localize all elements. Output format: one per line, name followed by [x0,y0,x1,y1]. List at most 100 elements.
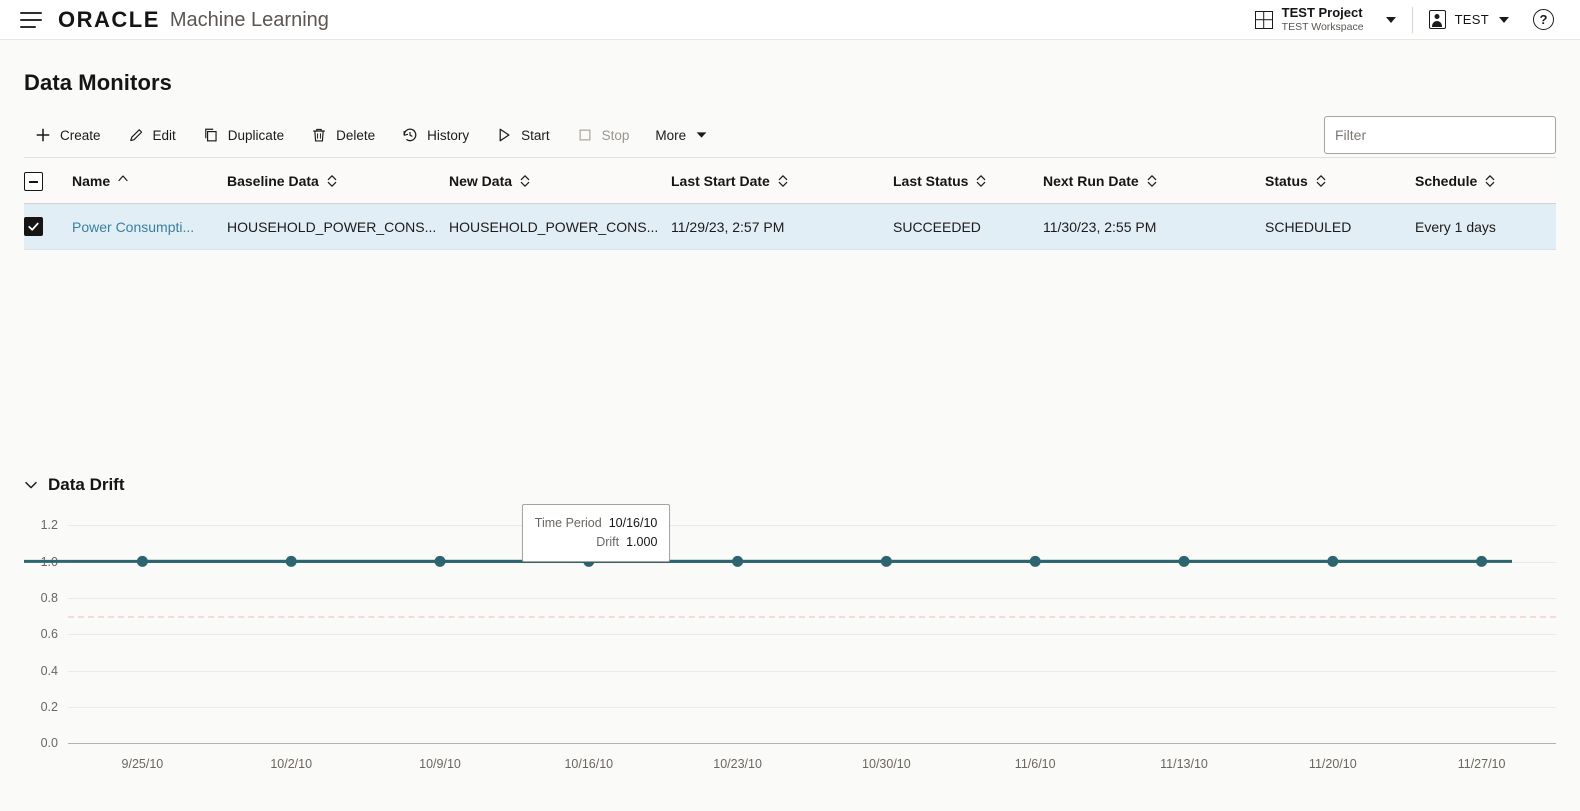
toolbar: Create Edit Duplicate Delete History Sta… [24,113,1556,157]
sort-icon[interactable] [976,174,986,188]
data-drift-chart[interactable]: 0.0 0.2 0.4 0.6 0.8 1.0 1.2 9/25/10 10/2/10 10/9/… [24,503,1556,772]
product-name: Machine Learning [169,8,329,31]
create-button-label: Create [60,127,101,143]
sort-icon[interactable] [520,174,530,188]
chevron-down-icon[interactable] [1385,16,1396,23]
delete-button[interactable]: Delete [300,120,385,150]
chart-x-tick-label: 9/25/10 [121,757,164,772]
select-all-cell [24,156,72,205]
chart-data-point[interactable] [1178,556,1190,568]
column-header-baseline-data[interactable]: Baseline Data [227,156,449,205]
page-title: Data Monitors [24,70,172,95]
start-button[interactable]: Start [485,120,560,150]
help-icon: ? [1533,9,1554,30]
column-header-name-label: Name [72,172,111,189]
pencil-icon [129,129,142,142]
stop-button-label: Stop [601,127,630,143]
column-header-new-data[interactable]: New Data [449,156,671,205]
column-header-next-run-date-label: Next Run Date [1043,172,1139,189]
chevron-down-icon[interactable] [24,478,38,492]
delete-button-label: Delete [336,127,376,143]
column-header-last-start-date[interactable]: Last Start Date [671,156,893,205]
project-name: TEST Project [1281,5,1363,20]
table-row[interactable]: Power Consumpti... HOUSEHOLD_POWER_CONS.… [24,203,1556,251]
column-header-last-status[interactable]: Last Status [893,156,1043,205]
chart-x-tick-label: 11/20/10 [1308,757,1357,772]
tooltip-drift-label: Drift [596,534,620,549]
sort-ascending-icon[interactable] [118,174,128,188]
page-content: Data Monitors Create Edit Duplicate Dele… [0,70,1580,771]
workspace-name: TEST Workspace [1281,20,1364,33]
cell-baseline-data: HOUSEHOLD_POWER_CONS... [227,203,449,251]
chart-tooltip: Time Period 10/16/10 Drift 1.000 [521,503,671,563]
sort-icon[interactable] [327,174,337,188]
chevron-down-icon[interactable] [1499,16,1509,23]
monitor-name-link[interactable]: Power Consumpti... [72,219,194,235]
user-menu[interactable]: TEST [1417,0,1521,39]
chart-data-point[interactable] [434,556,446,568]
cell-last-status: SUCCEEDED [893,203,1043,251]
more-button-label: More [655,127,687,143]
row-select-cell [24,203,72,251]
oracle-logo: ORACLE [58,6,160,32]
chart-data-point[interactable] [732,556,744,568]
duplicate-button[interactable]: Duplicate [192,120,294,150]
cell-last-start-date: 11/29/23, 2:57 PM [671,203,893,251]
start-button-label: Start [521,127,550,143]
edit-button-label: Edit [152,127,176,143]
cell-status: SCHEDULED [1265,203,1415,251]
data-drift-header[interactable]: Data Drift [24,475,1556,495]
app-header: ORACLE Machine Learning TEST Project TES… [0,0,1580,40]
column-header-next-run-date[interactable]: Next Run Date [1043,156,1265,205]
column-header-new-data-label: New Data [449,172,513,189]
row-checkbox[interactable] [24,217,43,237]
chart-data-point[interactable] [285,556,297,568]
user-name: TEST [1454,12,1489,27]
sort-icon[interactable] [1485,174,1495,188]
edit-button[interactable]: Edit [117,120,186,150]
cell-schedule: Every 1 days [1415,203,1556,251]
chart-x-tick-label: 10/30/10 [862,757,911,772]
column-header-schedule[interactable]: Schedule [1415,156,1556,205]
more-button[interactable]: More [645,122,717,149]
sort-icon[interactable] [778,174,788,188]
column-header-status[interactable]: Status [1265,156,1415,205]
stop-button: Stop [566,120,640,150]
stop-icon [579,129,591,141]
chart-x-tick-label: 10/2/10 [270,757,313,772]
history-button[interactable]: History [391,120,479,150]
chart-data-point[interactable] [136,556,148,568]
data-drift-title: Data Drift [48,475,125,495]
header-right: TEST Project TEST Workspace TEST ? [1243,0,1566,39]
chart-data-point[interactable] [1327,556,1339,568]
chevron-down-icon [696,132,707,138]
grid-icon [1254,10,1273,29]
cell-new-data: HOUSEHOLD_POWER_CONS... [449,203,671,251]
person-icon [1428,10,1446,29]
column-header-name[interactable]: Name [72,156,227,205]
sort-icon[interactable] [1147,174,1157,188]
sort-icon[interactable] [1316,174,1326,188]
header-divider [1411,6,1413,33]
cell-next-run-date: 11/30/23, 2:55 PM [1043,203,1265,251]
chart-x-tick-label: 11/27/10 [1457,757,1506,772]
hamburger-icon[interactable] [20,11,42,28]
help-button[interactable]: ? [1521,0,1566,39]
filter-input[interactable] [1324,116,1556,154]
project-selector[interactable]: TEST Project TEST Workspace [1243,0,1408,39]
column-header-status-label: Status [1265,172,1308,189]
chart-x-tick-label: 10/16/10 [564,757,614,772]
chart-data-point[interactable] [1476,556,1488,568]
column-header-baseline-data-label: Baseline Data [227,172,319,189]
tooltip-drift-value: 1.000 [626,534,658,549]
select-all-checkbox[interactable] [24,172,43,192]
copy-icon [204,128,217,142]
chart-x-tick-label: 11/13/10 [1160,757,1208,772]
table-header-row: Name Baseline Data New Data Last Start D… [24,156,1556,205]
chart-x-tick-label: 10/9/10 [419,757,461,772]
chart-data-point[interactable] [1029,556,1041,568]
play-icon [499,128,510,142]
plus-icon [36,128,50,142]
chart-data-point[interactable] [880,556,892,568]
create-button[interactable]: Create [24,120,111,150]
